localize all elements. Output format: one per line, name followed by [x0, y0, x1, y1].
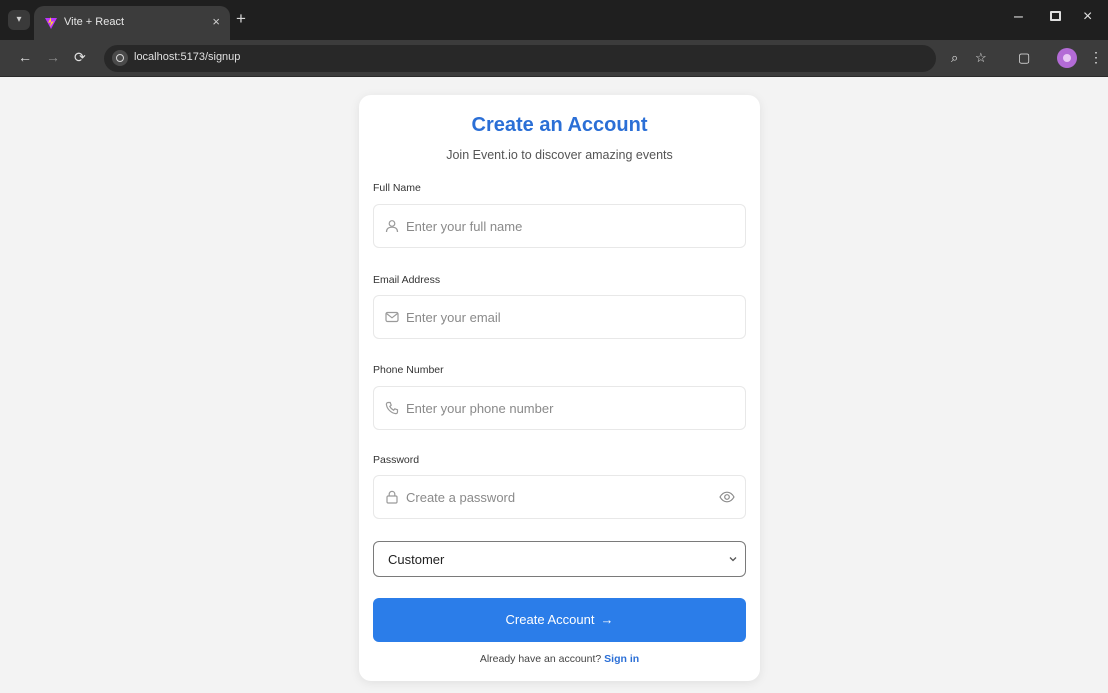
browser-toolbar: ← → ⟳ localhost:5173/signup ⌕ ☆ ▢ ⋮ [0, 40, 1108, 77]
window-minimize-button[interactable]: – [1014, 8, 1023, 26]
password-label: Password [373, 454, 420, 466]
browser-tab-bar: ▾ Vite + React × + – × [0, 0, 1108, 40]
chevron-down-icon [729, 557, 737, 562]
lock-icon [386, 490, 398, 504]
page-subtitle: Join Event.io to discover amazing events [446, 148, 673, 162]
browser-tab[interactable]: Vite + React × [34, 6, 230, 40]
password-field[interactable] [373, 475, 746, 519]
window-close-button[interactable]: × [1083, 8, 1092, 26]
site-info-icon[interactable] [112, 50, 128, 66]
phone-icon [385, 401, 399, 415]
email-field[interactable] [373, 295, 746, 339]
page-title: Create an Account [471, 114, 648, 136]
zoom-icon[interactable]: ⌕ [951, 50, 958, 66]
reload-button[interactable]: ⟳ [74, 49, 86, 66]
phone-input[interactable] [406, 387, 726, 429]
address-bar[interactable]: localhost:5173/signup [104, 45, 936, 72]
signin-prompt: Already have an account? Sign in [359, 653, 760, 665]
tab-close-icon[interactable]: × [212, 14, 220, 29]
bookmark-star-icon[interactable]: ☆ [975, 50, 987, 66]
phone-field[interactable] [373, 386, 746, 430]
create-account-text: Create Account [505, 612, 595, 627]
signin-prompt-text: Already have an account? [479, 653, 602, 665]
create-account-label: Create Account → [373, 612, 746, 627]
forward-button[interactable]: → [46, 49, 60, 65]
role-select[interactable]: Customer [373, 541, 746, 577]
arrow-right-icon: → [600, 612, 614, 627]
mail-icon [385, 311, 399, 323]
full-name-field[interactable] [373, 204, 746, 248]
eye-icon[interactable] [719, 490, 735, 504]
user-icon [385, 220, 399, 233]
email-label: Email Address [373, 274, 441, 286]
full-name-input[interactable] [406, 205, 726, 247]
password-input[interactable] [406, 476, 706, 518]
tab-title: Vite + React [64, 16, 125, 28]
back-button[interactable]: ← [18, 49, 32, 65]
profile-avatar[interactable] [1057, 48, 1077, 68]
signin-link[interactable]: Sign in [604, 653, 639, 665]
tab-search-icon[interactable]: ▾ [8, 10, 30, 30]
create-account-button[interactable]: Create Account → [373, 598, 746, 642]
browser-menu-icon[interactable]: ⋮ [1089, 49, 1103, 66]
vite-favicon-icon [45, 17, 57, 29]
full-name-label: Full Name [373, 182, 421, 194]
role-select-value: Customer [388, 552, 445, 567]
extensions-icon[interactable]: ▢ [1018, 50, 1030, 66]
phone-label: Phone Number [373, 364, 444, 376]
email-input[interactable] [406, 296, 726, 338]
window-maximize-button[interactable] [1050, 11, 1061, 21]
signup-card: Create an Account Join Event.io to disco… [359, 95, 760, 681]
url-text: localhost:5173/signup [134, 51, 241, 63]
new-tab-button[interactable]: + [236, 9, 246, 29]
